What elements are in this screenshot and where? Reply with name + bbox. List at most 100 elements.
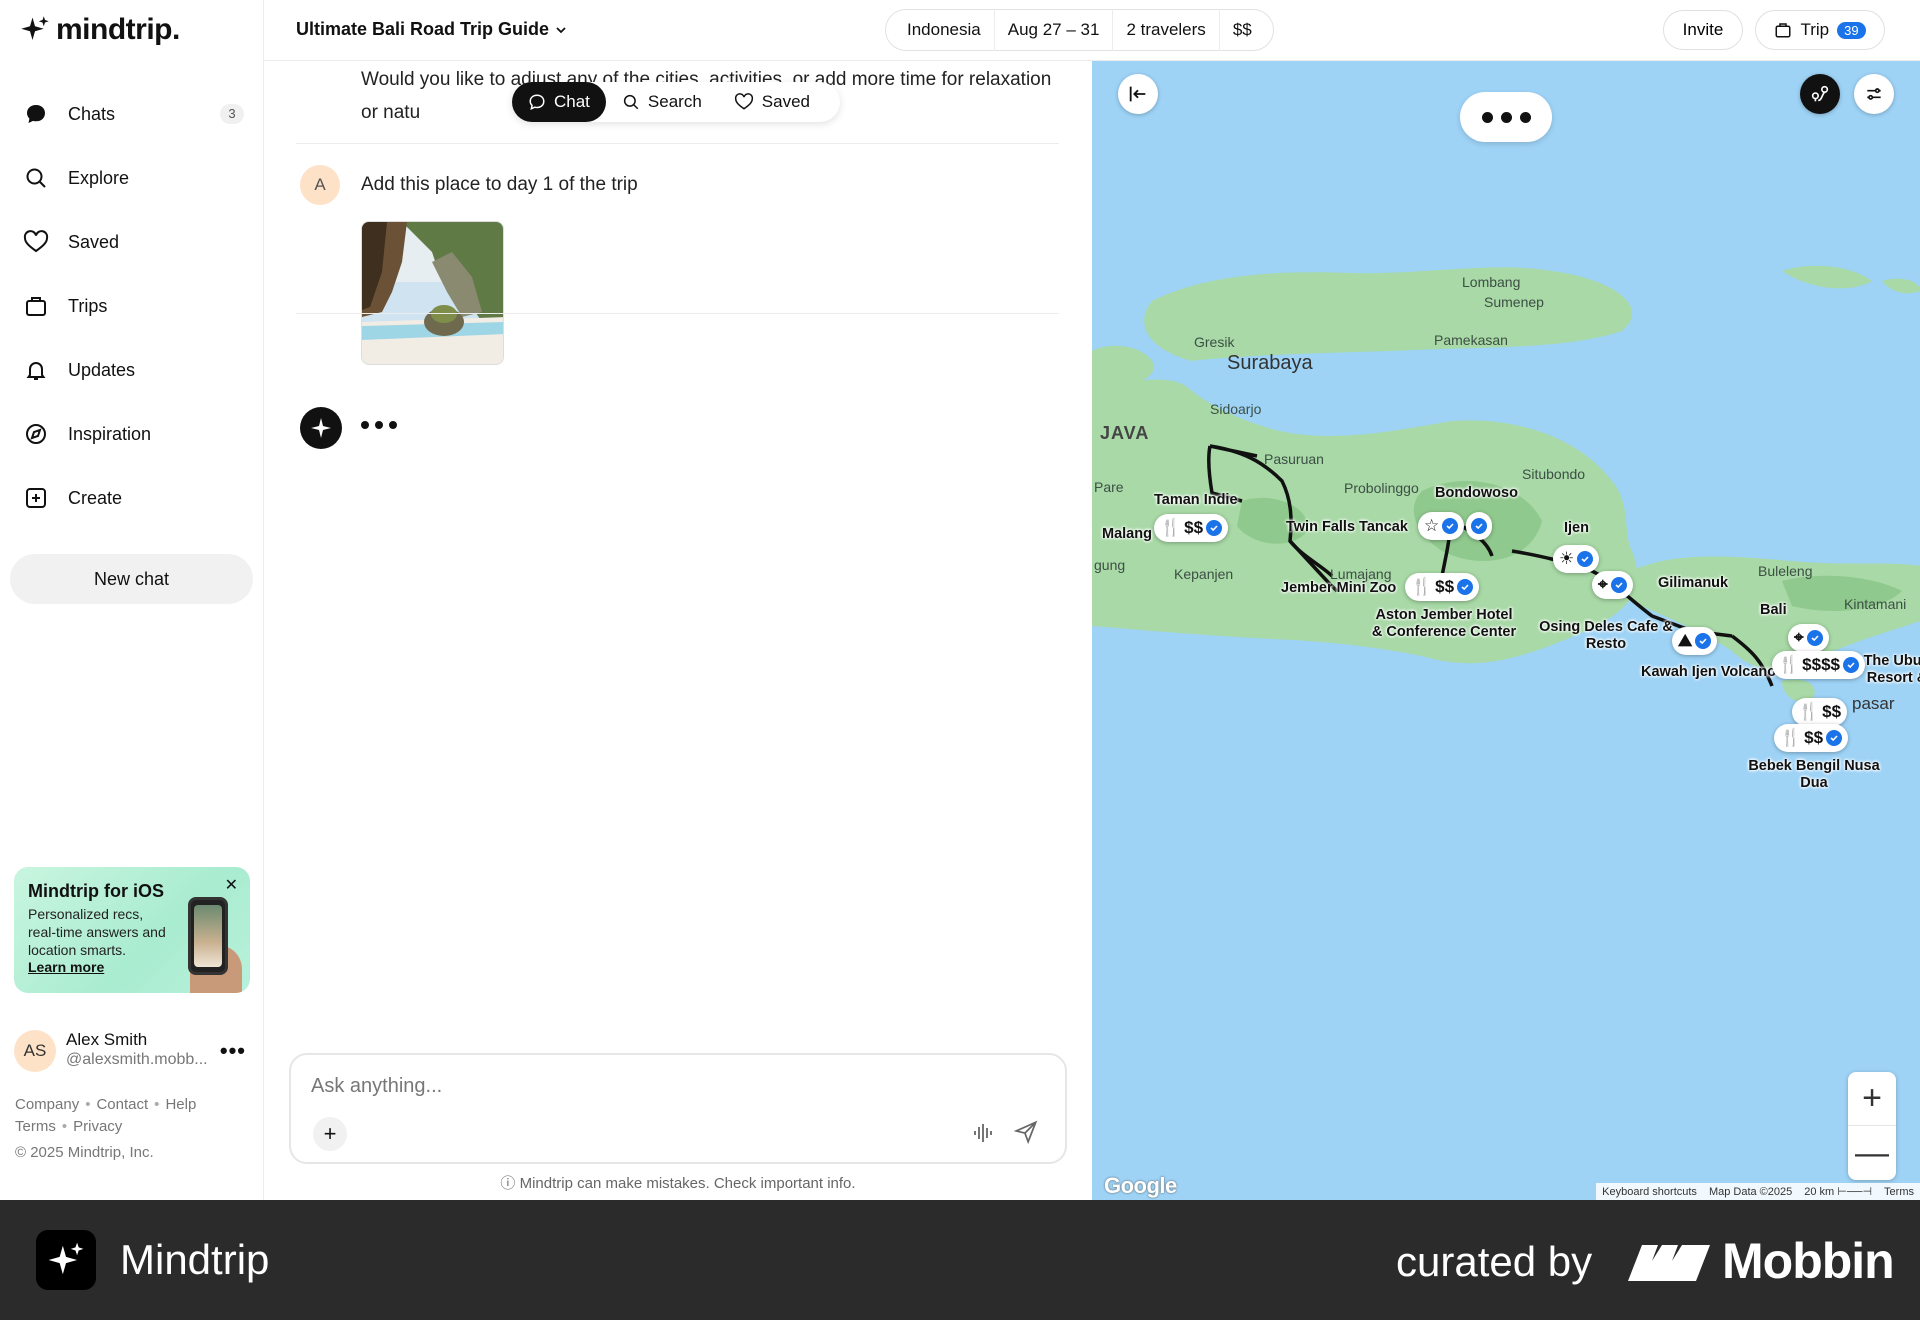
sidebar-item-trips[interactable]: Trips	[0, 274, 264, 338]
fork-knife-icon: 🍴	[1798, 702, 1820, 721]
ios-promo-card: Mindtrip for iOS Personalized recs, real…	[14, 867, 250, 993]
invite-button[interactable]: Invite	[1663, 10, 1743, 50]
disclaimer: ⓘ Mindtrip can make mistakes. Check impo…	[265, 1172, 1091, 1193]
map-loading-indicator	[1460, 92, 1552, 142]
message-divider	[296, 313, 1059, 314]
user-profile[interactable]: AS Alex Smith @alexsmith.mobb... •••	[14, 1030, 254, 1078]
marker-price: $$	[1822, 702, 1842, 721]
map-label-lombang: Lombang	[1462, 274, 1521, 290]
suitcase-icon	[1775, 23, 1791, 38]
user-message-text: Add this place to day 1 of the trip	[361, 174, 638, 195]
typing-indicator	[361, 421, 397, 429]
promo-learn-more-link[interactable]: Learn more	[28, 959, 104, 975]
filter-sliders-icon[interactable]	[1854, 74, 1894, 114]
footer-link-company[interactable]: Company	[15, 1096, 79, 1113]
tab-saved[interactable]: Saved	[718, 82, 826, 122]
map-marker-location[interactable]: ⌖	[1592, 571, 1633, 599]
footer-link-help[interactable]: Help	[165, 1096, 196, 1113]
disclaimer-text: Mindtrip can make mistakes. Check import…	[519, 1175, 856, 1192]
keyboard-shortcuts-link[interactable]: Keyboard shortcuts	[1596, 1186, 1703, 1198]
map-marker-sunrise[interactable]: ☀	[1553, 545, 1600, 573]
footer-link-contact[interactable]: Contact	[96, 1096, 148, 1113]
close-icon[interactable]: ✕	[225, 875, 238, 895]
location-pin-icon: ⌖	[1794, 628, 1804, 647]
map-label-denpasar: pasar	[1852, 694, 1895, 713]
bell-icon	[22, 356, 50, 384]
sidebar-item-inspiration[interactable]: Inspiration	[0, 402, 264, 466]
trip-title: Ultimate Bali Road Trip Guide	[296, 19, 550, 39]
user-name: Alex Smith	[66, 1030, 148, 1049]
place-label-ijen[interactable]: Ijen	[1564, 520, 1589, 536]
more-options-icon[interactable]: •••	[220, 1038, 246, 1064]
map-marker-hiking[interactable]: ⛰	[1672, 627, 1718, 655]
plus-square-icon	[22, 484, 50, 512]
filter-travelers[interactable]: 2 travelers	[1113, 9, 1220, 51]
info-icon: ⓘ	[500, 1175, 516, 1192]
sidebar-item-updates[interactable]: Updates	[0, 338, 264, 402]
sidebar-item-create[interactable]: Create	[0, 466, 264, 530]
map-panel[interactable]: Lombang Sumenep Gresik Pamekasan Surabay…	[1092, 61, 1920, 1200]
brand-bar: Mindtrip curated by Mobbin	[0, 1200, 1920, 1320]
tab-search[interactable]: Search	[606, 82, 718, 122]
place-label-aston-jember[interactable]: Aston Jember Hotel & Conference Center	[1369, 607, 1519, 641]
avatar: AS	[14, 1030, 56, 1072]
footer-link-privacy[interactable]: Privacy	[73, 1118, 122, 1135]
copyright: © 2025 Mindtrip, Inc.	[15, 1144, 154, 1161]
google-logo: Google	[1104, 1173, 1177, 1198]
place-label-ubud-resort[interactable]: The Ubud Resort &	[1862, 653, 1920, 687]
map-label-buleleng: Buleleng	[1758, 563, 1813, 579]
map-label-kepanjen: Kepanjen	[1174, 566, 1234, 582]
tab-chat[interactable]: Chat	[512, 82, 606, 122]
map-marker-verified[interactable]	[1466, 512, 1492, 540]
zoom-controls: + —	[1848, 1072, 1896, 1180]
zoom-in-button[interactable]: +	[1848, 1072, 1896, 1126]
map-marker-location[interactable]: ⌖	[1788, 624, 1829, 652]
route-pins-icon[interactable]	[1800, 74, 1840, 114]
chat-bubble-icon	[529, 94, 545, 111]
sidebar-item-label: Create	[68, 487, 123, 508]
place-label-jember-mini-zoo[interactable]: Jember Mini Zoo	[1281, 580, 1396, 596]
filter-destination[interactable]: Indonesia	[894, 9, 995, 51]
marker-price: $$	[1435, 577, 1455, 596]
map-label-pamekasan: Pamekasan	[1434, 332, 1508, 348]
voice-waveform-icon[interactable]	[971, 1121, 995, 1150]
trip-button[interactable]: Trip 39	[1755, 10, 1885, 50]
place-label-taman-indie[interactable]: Taman Indie	[1154, 492, 1238, 508]
place-label-bebek-bengil[interactable]: Bebek Bengil Nusa Dua	[1744, 758, 1884, 792]
place-label-gilimanuk[interactable]: Gilimanuk	[1658, 575, 1728, 591]
map-marker-restaurant[interactable]: 🍴 $$$$	[1772, 651, 1865, 679]
place-label-osing-deles[interactable]: Osing Deles Cafe & Resto	[1538, 619, 1674, 653]
place-label-bondowoso[interactable]: Bondowoso	[1435, 485, 1518, 501]
map-marker-restaurant[interactable]: 🍴 $$	[1792, 698, 1848, 726]
send-icon[interactable]	[1013, 1119, 1039, 1150]
map-marker-restaurant[interactable]: 🍴 $$	[1774, 724, 1849, 752]
top-bar: Ultimate Bali Road Trip Guide Indonesia …	[264, 0, 1920, 61]
scale-label: 20 km	[1804, 1186, 1835, 1198]
collapse-map-icon[interactable]	[1118, 74, 1158, 114]
map-marker-attraction[interactable]: ☆	[1418, 512, 1465, 540]
zoom-out-button[interactable]: —	[1848, 1126, 1896, 1180]
trip-title-dropdown[interactable]: Ultimate Bali Road Trip Guide	[296, 19, 567, 40]
filter-budget[interactable]: $$	[1220, 9, 1265, 51]
terms-link[interactable]: Terms	[1878, 1186, 1920, 1198]
mindtrip-logo[interactable]: mindtrip.	[20, 12, 180, 48]
map-data-text: Map Data ©2025	[1708, 1185, 1793, 1198]
sidebar-item-saved[interactable]: Saved	[0, 210, 264, 274]
place-photo[interactable]	[361, 221, 504, 365]
curated-by-text: curated by	[1396, 1238, 1593, 1285]
heart-icon	[734, 93, 753, 110]
place-label-twin-falls[interactable]: Twin Falls Tancak	[1286, 519, 1408, 535]
chat-input[interactable]	[311, 1071, 1011, 1101]
filter-dates[interactable]: Aug 27 – 31	[995, 9, 1114, 51]
map-marker-restaurant[interactable]: 🍴 $$	[1405, 573, 1480, 601]
map-marker-restaurant[interactable]: 🍴 $$	[1154, 514, 1229, 542]
attach-plus-button[interactable]: +	[313, 1117, 347, 1151]
sparkle-logo-icon	[21, 16, 49, 40]
marker-price: $$$$	[1802, 655, 1840, 674]
new-chat-button[interactable]: New chat	[10, 554, 253, 604]
place-label-kawah-ijen[interactable]: Kawah Ijen Volcano	[1641, 664, 1776, 680]
sidebar-item-chats[interactable]: Chats 3	[0, 82, 264, 146]
map-label-malang: Malang	[1102, 526, 1152, 542]
footer-link-terms[interactable]: Terms	[15, 1118, 56, 1135]
sidebar-item-explore[interactable]: Explore	[0, 146, 264, 210]
